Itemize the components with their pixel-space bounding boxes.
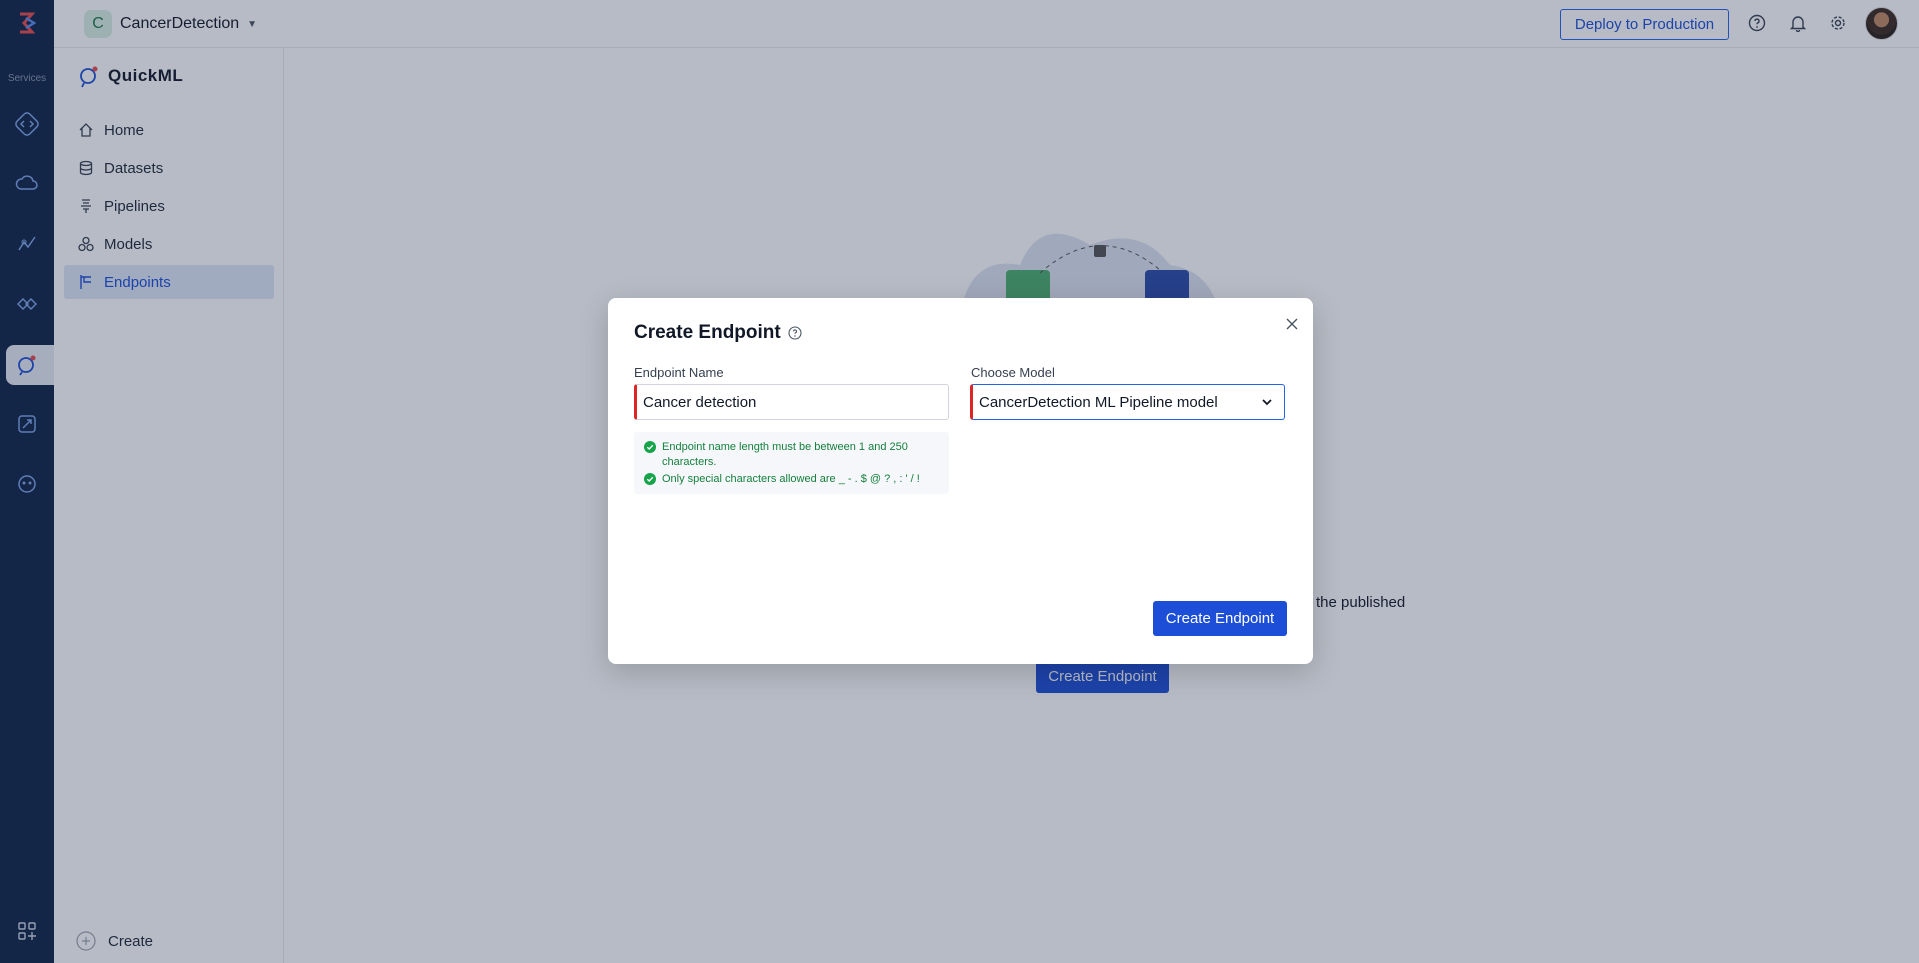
choose-model-label: Choose Model [971, 365, 1055, 380]
help-icon[interactable] [788, 326, 802, 340]
check-circle-icon [644, 473, 656, 485]
close-icon[interactable] [1281, 313, 1303, 335]
endpoint-name-label: Endpoint Name [634, 365, 724, 380]
hint-text: Endpoint name length must be between 1 a… [662, 441, 908, 468]
chevron-down-icon [1262, 399, 1272, 406]
validation-hints: Endpoint name length must be between 1 a… [634, 432, 949, 494]
endpoint-name-input[interactable] [634, 384, 949, 420]
choose-model-select[interactable]: CancerDetection ML Pipeline model [970, 384, 1285, 420]
create-endpoint-button[interactable]: Create Endpoint [1153, 601, 1287, 636]
create-endpoint-dialog: Create Endpoint Endpoint Name Choose Mod… [608, 298, 1313, 664]
selected-model: CancerDetection ML Pipeline model [979, 393, 1218, 411]
dialog-title: Create Endpoint [634, 322, 781, 343]
check-circle-icon [644, 441, 656, 453]
hint-text: Only special characters allowed are _ - … [662, 473, 920, 485]
validation-hint: Endpoint name length must be between 1 a… [644, 440, 939, 470]
validation-hint: Only special characters allowed are _ - … [644, 472, 939, 487]
dialog-title-row: Create Endpoint [634, 322, 802, 344]
